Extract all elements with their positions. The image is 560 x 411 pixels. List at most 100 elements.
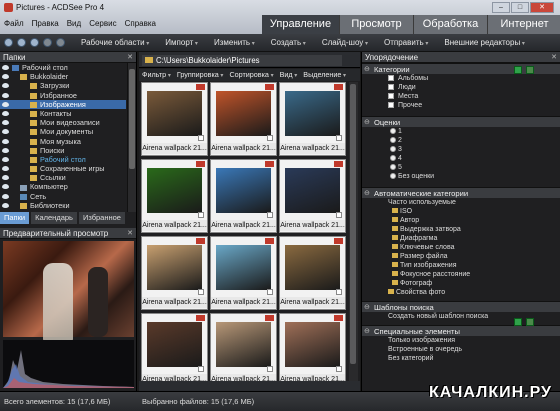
tree-item[interactable]: Ссылки bbox=[0, 173, 126, 182]
select-checkbox[interactable] bbox=[198, 289, 204, 295]
select-checkbox[interactable] bbox=[267, 212, 273, 218]
tree-item[interactable]: Bukkolaider bbox=[0, 72, 126, 81]
eye-icon[interactable] bbox=[2, 83, 9, 89]
back-icon[interactable] bbox=[4, 38, 13, 47]
close-button[interactable]: ✕ bbox=[530, 2, 554, 13]
rating-item[interactable]: 5 bbox=[362, 163, 560, 172]
select-checkbox[interactable] bbox=[336, 366, 342, 372]
select-checkbox[interactable] bbox=[336, 289, 342, 295]
special-item[interactable]: Только изображения bbox=[362, 336, 560, 345]
thumbnail-item[interactable]: Airena wallpack 21... bbox=[279, 82, 346, 156]
forward-icon[interactable] bbox=[17, 38, 26, 47]
mode-develop[interactable]: Обработка bbox=[414, 15, 488, 34]
select-checkbox[interactable] bbox=[267, 366, 273, 372]
tree-item[interactable]: Сеть bbox=[0, 192, 126, 201]
settings-icon[interactable] bbox=[526, 318, 534, 326]
rating-item[interactable]: Без оценки bbox=[362, 172, 560, 181]
close-icon[interactable]: ✕ bbox=[127, 228, 133, 239]
eye-icon[interactable] bbox=[2, 193, 9, 199]
thumbnail-item[interactable]: Airena wallpack 21... bbox=[210, 82, 277, 156]
eye-icon[interactable] bbox=[2, 138, 9, 144]
create-menu[interactable]: Создать bbox=[271, 38, 306, 47]
folder-scrollbar[interactable] bbox=[127, 63, 136, 212]
rating-item[interactable]: 2 bbox=[362, 136, 560, 145]
checkbox[interactable] bbox=[388, 93, 394, 99]
tree-item[interactable]: Избранное bbox=[0, 91, 126, 100]
select-checkbox[interactable] bbox=[336, 212, 342, 218]
tab-folders[interactable]: Папки bbox=[0, 212, 30, 224]
menu-view[interactable]: Вид bbox=[67, 17, 81, 31]
import-menu[interactable]: Импорт bbox=[165, 38, 198, 47]
tree-item[interactable]: Рабочий стол bbox=[0, 63, 126, 72]
filter-menu[interactable]: Фильтр bbox=[142, 69, 171, 81]
rating-item[interactable]: 3 bbox=[362, 145, 560, 154]
path-field[interactable]: C:\Users\Bukkolaider\Pictures bbox=[142, 55, 342, 66]
scroll-thumb[interactable] bbox=[129, 69, 135, 169]
thumbnail-item[interactable]: Airena wallpack 21... bbox=[210, 159, 277, 233]
thumbnail-item[interactable]: Airena wallpack 21... bbox=[141, 236, 208, 310]
refresh-icon[interactable] bbox=[43, 38, 52, 47]
auto-category-item[interactable]: Фотограф bbox=[362, 279, 560, 288]
add-icon[interactable] bbox=[514, 318, 522, 326]
menu-tools[interactable]: Сервис bbox=[89, 17, 116, 31]
auto-category-item[interactable]: Ключевые слова bbox=[362, 243, 560, 252]
auto-category-item[interactable]: Размер файла bbox=[362, 252, 560, 261]
select-checkbox[interactable] bbox=[198, 212, 204, 218]
view-menu[interactable]: Вид bbox=[280, 69, 298, 81]
close-icon[interactable]: ✕ bbox=[127, 52, 133, 63]
select-checkbox[interactable] bbox=[198, 366, 204, 372]
radio[interactable] bbox=[390, 128, 396, 134]
tab-calendar[interactable]: Календарь bbox=[31, 212, 77, 224]
auto-category-item[interactable]: Автор bbox=[362, 216, 560, 225]
thumbnail-item[interactable]: Airena wallpack 21... bbox=[141, 159, 208, 233]
tree-item[interactable]: Сохраненные игры bbox=[0, 164, 126, 173]
category-item[interactable]: Люди bbox=[362, 83, 560, 92]
tree-item[interactable]: Рабочий стол bbox=[0, 155, 126, 164]
select-checkbox[interactable] bbox=[198, 135, 204, 141]
thumbnail-item[interactable]: Airena wallpack 21... bbox=[141, 313, 208, 382]
auto-subgroup[interactable]: Часто используемые bbox=[362, 198, 560, 207]
eye-icon[interactable] bbox=[2, 110, 9, 116]
checkbox[interactable] bbox=[388, 75, 394, 81]
auto-categories-section[interactable]: Автоматические категории bbox=[362, 187, 560, 199]
slideshow-menu[interactable]: Слайд-шоу bbox=[322, 38, 368, 47]
special-item[interactable]: Встроенные в очередь bbox=[362, 345, 560, 354]
radio[interactable] bbox=[390, 155, 396, 161]
auto-category-item[interactable]: Диафрагма bbox=[362, 234, 560, 243]
workspaces-menu[interactable]: Рабочие области bbox=[81, 38, 149, 47]
mode-online[interactable]: Интернет bbox=[488, 15, 560, 34]
close-icon[interactable]: ✕ bbox=[551, 52, 557, 63]
checkbox[interactable] bbox=[388, 102, 394, 108]
select-checkbox[interactable] bbox=[267, 135, 273, 141]
select-menu[interactable]: Выделение bbox=[303, 69, 346, 81]
tree-item[interactable]: Контакты bbox=[0, 109, 126, 118]
eye-icon[interactable] bbox=[2, 156, 9, 162]
thumbnail-item[interactable]: Airena wallpack 21... bbox=[141, 82, 208, 156]
eye-icon[interactable] bbox=[2, 74, 9, 80]
menu-help[interactable]: Справка bbox=[125, 17, 156, 31]
thumbnail-item[interactable]: Airena wallpack 21... bbox=[279, 159, 346, 233]
mode-manage[interactable]: Управление bbox=[262, 15, 340, 34]
radio[interactable] bbox=[390, 173, 396, 179]
tab-favorites[interactable]: Избранное bbox=[78, 212, 125, 224]
group-menu[interactable]: Группировка bbox=[177, 69, 224, 81]
menu-edit[interactable]: Правка bbox=[32, 17, 59, 31]
auto-category-item[interactable]: ISO bbox=[362, 207, 560, 216]
eye-icon[interactable] bbox=[2, 129, 9, 135]
eye-icon[interactable] bbox=[2, 166, 9, 172]
special-items-section[interactable]: Специальные элементы bbox=[362, 325, 560, 337]
category-item[interactable]: Альбомы bbox=[362, 74, 560, 83]
auto-category-item[interactable]: Выдержка затвора bbox=[362, 225, 560, 234]
radio[interactable] bbox=[390, 146, 396, 152]
auto-category-item[interactable]: Тип изображения bbox=[362, 261, 560, 270]
radio[interactable] bbox=[390, 164, 396, 170]
maximize-button[interactable]: □ bbox=[511, 2, 529, 13]
eye-icon[interactable] bbox=[2, 147, 9, 153]
menu-file[interactable]: Файл bbox=[4, 17, 24, 31]
rating-item[interactable]: 4 bbox=[362, 154, 560, 163]
send-menu[interactable]: Отправить bbox=[384, 38, 428, 47]
category-item[interactable]: Прочее bbox=[362, 101, 560, 110]
eye-icon[interactable] bbox=[2, 65, 9, 70]
tree-item[interactable]: Мои документы bbox=[0, 127, 126, 136]
tree-item[interactable]: Библиотеки bbox=[0, 201, 126, 210]
